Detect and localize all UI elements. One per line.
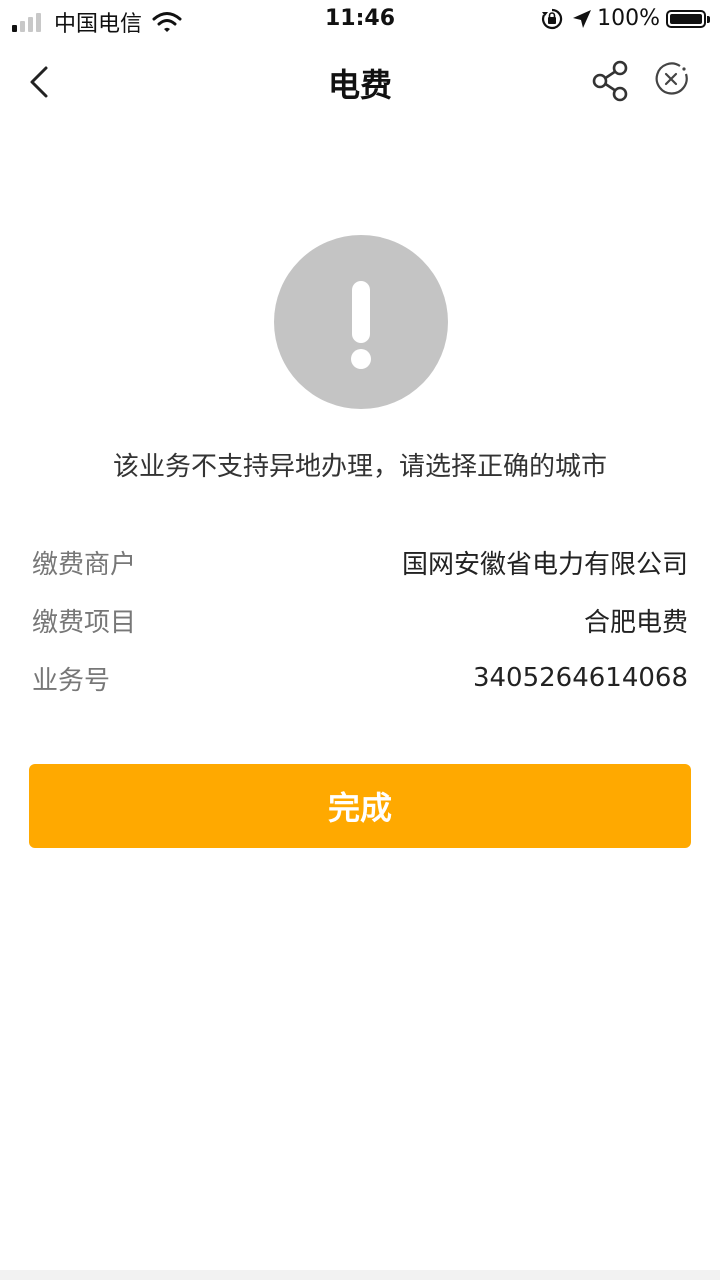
exclamation-circle-icon [274, 235, 448, 409]
detail-row-merchant: 缴费商户 国网安徽省电力有限公司 [32, 542, 688, 582]
location-icon [573, 9, 592, 28]
detail-value: 国网安徽省电力有限公司 [401, 549, 688, 580]
battery-percentage: 100% [597, 6, 660, 31]
detail-row-item: 缴费项目 合肥电费 [32, 600, 688, 640]
close-circle-icon[interactable] [654, 62, 690, 98]
detail-value: 合肥电费 [583, 607, 688, 638]
status-bar-right: 100% [541, 6, 710, 31]
status-bar: 中国电信 11:46 100% [0, 0, 720, 40]
detail-row-account-number: 业务号 3405264614068 [32, 658, 688, 698]
detail-label: 缴费商户 [32, 549, 137, 580]
battery-icon [666, 9, 710, 28]
done-button[interactable]: 完成 [29, 764, 691, 848]
error-message: 该业务不支持异地办理，请选择正确的城市 [112, 452, 607, 482]
detail-value: 3405264614068 [472, 663, 688, 693]
done-button-label: 完成 [327, 789, 392, 827]
navigation-bar: 电费 [0, 40, 720, 124]
orientation-lock-icon [542, 8, 563, 29]
detail-label: 业务号 [32, 665, 111, 696]
bottom-strip [0, 1270, 720, 1280]
detail-label: 缴费项目 [32, 607, 137, 638]
share-icon[interactable] [590, 60, 630, 102]
